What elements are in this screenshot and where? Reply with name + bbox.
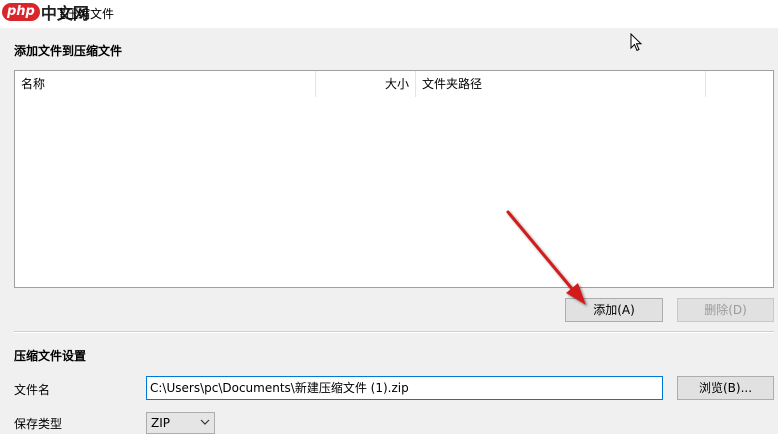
title-bar: php 中文网 新建压缩文件 (0, 0, 778, 28)
section-divider (14, 331, 774, 333)
filename-input[interactable]: C:\Users\pc\Documents\新建压缩文件 (1).zip (146, 376, 663, 400)
save-type-select[interactable]: ZIP (146, 412, 215, 434)
file-list-header: 名称 大小 文件夹路径 (15, 71, 773, 97)
logo-php-badge: php (2, 3, 40, 21)
chevron-down-icon (200, 419, 210, 425)
delete-button[interactable]: 删除(D) (677, 298, 774, 322)
mouse-pointer-icon (630, 33, 643, 52)
archive-settings-section-title: 压缩文件设置 (14, 349, 87, 363)
save-type-label: 保存类型 (14, 417, 63, 431)
file-list[interactable]: 名称 大小 文件夹路径 (14, 70, 774, 288)
filename-label: 文件名 (14, 383, 51, 397)
column-header-folder-path[interactable]: 文件夹路径 (416, 71, 706, 97)
add-button[interactable]: 添加(A) (565, 298, 663, 322)
column-header-name[interactable]: 名称 (15, 71, 316, 97)
column-header-filler (706, 71, 773, 97)
column-header-size[interactable]: 大小 (316, 71, 416, 97)
browse-button[interactable]: 浏览(B)... (677, 376, 774, 400)
add-files-section-title: 添加文件到压缩文件 (14, 44, 123, 58)
